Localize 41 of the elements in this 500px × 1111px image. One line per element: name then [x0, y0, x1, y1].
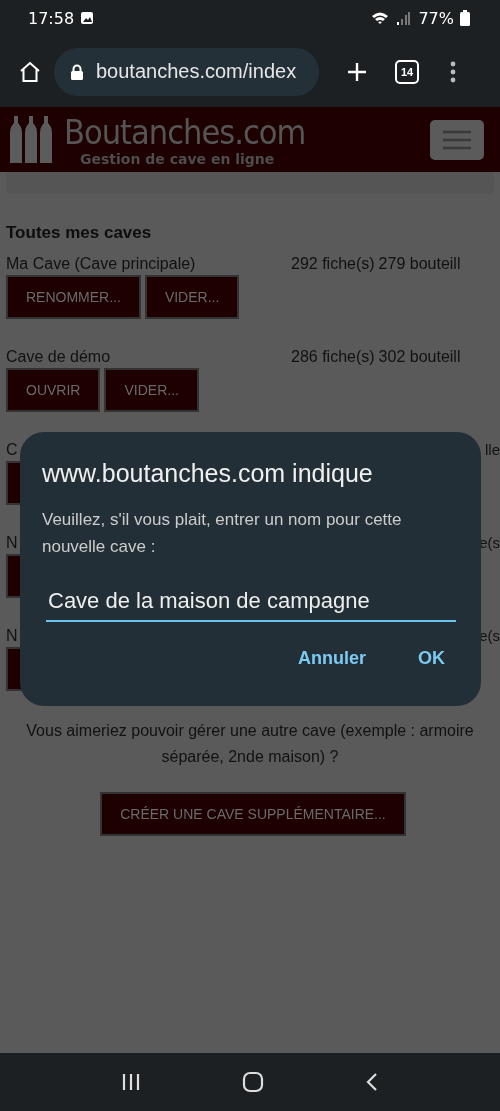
- logo-text: Boutanches.com: [64, 112, 307, 151]
- more-icon: [449, 59, 457, 84]
- home-nav-icon: [242, 1071, 264, 1093]
- action-button[interactable]: OUVRIR: [6, 368, 101, 412]
- record-count: 286 fiche(s): [291, 347, 375, 367]
- action-button[interactable]: VIDER...: [104, 368, 199, 412]
- tab-count-button[interactable]: 14: [395, 59, 419, 84]
- back-icon: [365, 1072, 380, 1092]
- dialog-message: Veuillez, s'il vous plait, entrer un nom pour cette nouvelle cave :: [42, 509, 403, 558]
- tagline: Gestion de cave en ligne: [80, 150, 276, 167]
- cellar-name: N: [6, 626, 18, 646]
- dialog-title: www.boutanches.com indique: [42, 459, 374, 488]
- battery-icon: [460, 10, 470, 26]
- image-icon: [80, 11, 95, 25]
- address-bar[interactable]: boutanches.com/index: [54, 47, 319, 96]
- clock-time: 17:58: [28, 8, 75, 28]
- action-button[interactable]: VIDER...: [144, 275, 240, 319]
- cellar-name: Cave de démo: [6, 347, 111, 367]
- battery-percent: 77%: [418, 8, 454, 28]
- dialog-button[interactable]: Annuler: [294, 642, 370, 675]
- url-text: boutanches.com/index: [96, 60, 297, 83]
- cellar-name: Ma Cave (Cave principale): [6, 254, 196, 274]
- name-input-field[interactable]: Cave de la maison de campagne: [46, 584, 456, 622]
- prompt-text: Vous aimeriez pouvoir gérer une autre cave (exemple : armoire séparée, 2nde maison) ?: [25, 721, 475, 767]
- section-title: Toutes mes caves: [6, 223, 153, 243]
- bottle-count: 279 bouteill: [378, 254, 461, 274]
- lock-icon: [70, 63, 84, 80]
- signal-icon: [396, 11, 411, 25]
- dialog-button[interactable]: OK: [414, 642, 449, 675]
- record-count: lle: [485, 440, 500, 460]
- create-cellar-button[interactable]: CRÉER UNE CAVE SUPPLÉMENTAIRE...: [100, 792, 406, 836]
- cellar-name: N: [6, 533, 18, 553]
- menu-icon: [443, 129, 471, 150]
- menu-button[interactable]: [430, 119, 484, 160]
- action-button[interactable]: RENOMMER...: [6, 275, 141, 319]
- record-count: 292 fiche(s): [291, 254, 375, 274]
- home-icon: [18, 59, 42, 84]
- cellar-name: C: [6, 440, 18, 460]
- bottle-count: 302 bouteill: [378, 347, 461, 367]
- wifi-icon: [370, 10, 391, 26]
- recent-apps-icon: [120, 1073, 141, 1091]
